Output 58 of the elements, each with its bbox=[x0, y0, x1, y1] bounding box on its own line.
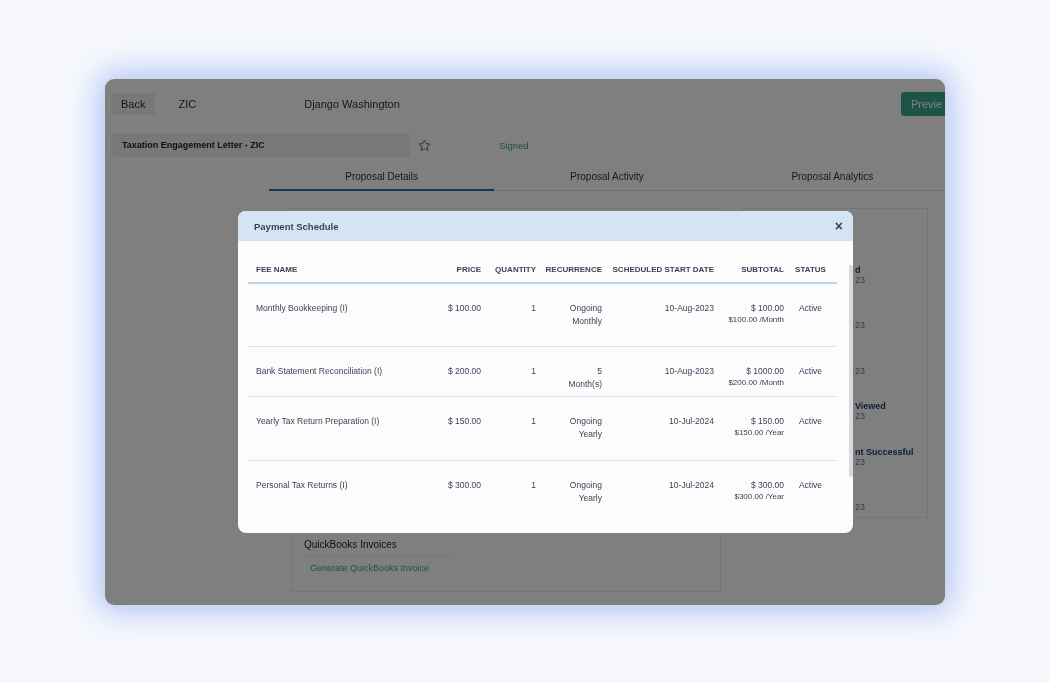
column-header: SCHEDULED START DATE bbox=[602, 265, 714, 284]
tab[interactable]: Proposal Analytics bbox=[719, 165, 945, 191]
client-name: ZIC bbox=[178, 98, 197, 110]
back-button[interactable]: Back bbox=[111, 93, 156, 115]
proposal-title-field[interactable]: Taxation Engagement Letter - ZIC bbox=[111, 133, 410, 157]
column-header: STATUS bbox=[784, 265, 837, 284]
activity-title: nt Successful bbox=[855, 446, 915, 457]
start-date: 10-Aug-2023 bbox=[664, 302, 714, 315]
column-header: FEE NAME bbox=[248, 265, 398, 284]
recurrence: Ongoing Monthly bbox=[568, 302, 602, 328]
quantity: 1 bbox=[531, 365, 536, 378]
quantity: 1 bbox=[531, 415, 536, 428]
start-date: 10-Jul-2024 bbox=[669, 479, 714, 492]
generate-invoice-link[interactable]: Generate QuickBooks Invoice bbox=[310, 563, 430, 573]
price: $ 150.00 bbox=[447, 415, 481, 428]
fee-name: Bank Statement Reconciliation (I) bbox=[256, 365, 383, 378]
start-date: 10-Aug-2023 bbox=[664, 365, 714, 378]
section-heading: QuickBooks Invoices bbox=[304, 539, 454, 557]
activity-title: Viewed bbox=[855, 401, 887, 411]
fee-name: Yearly Tax Return Preparation (I) bbox=[256, 415, 380, 428]
status: Active bbox=[798, 302, 823, 315]
activity-title: d bbox=[855, 264, 862, 275]
scrollbar[interactable] bbox=[849, 265, 853, 477]
status: Active bbox=[798, 365, 823, 378]
recurrence: Ongoing Yearly bbox=[568, 479, 602, 505]
tab[interactable]: Proposal Activity bbox=[494, 165, 720, 191]
column-header: SUBTOTAL bbox=[714, 265, 784, 284]
dialog-title: Payment Schedule bbox=[254, 220, 339, 232]
fee-name: Personal Tax Returns (I) bbox=[256, 479, 348, 492]
tab[interactable]: Proposal Details bbox=[269, 165, 495, 191]
column-header: QUANTITY bbox=[481, 265, 536, 284]
subtotal: $ 150.00 $150.00 /Year bbox=[734, 415, 784, 438]
subtotal: $ 1000.00 $200.00 /Month bbox=[728, 365, 784, 388]
star-icon[interactable] bbox=[418, 138, 431, 152]
activity-date: 23 bbox=[855, 274, 866, 285]
subtotal: $ 300.00 $300.00 /Year bbox=[734, 479, 784, 502]
start-date: 10-Jul-2024 bbox=[669, 415, 714, 428]
column-header: PRICE bbox=[398, 265, 481, 284]
activity-date: 23 bbox=[855, 502, 866, 512]
activity-date: 23 bbox=[855, 411, 866, 421]
contact-name: Django Washington bbox=[304, 98, 400, 110]
subtotal: $ 100.00 $100.00 /Month bbox=[728, 302, 784, 325]
price: $ 200.00 bbox=[447, 365, 481, 378]
price: $ 300.00 bbox=[447, 479, 481, 492]
activity-date: 23 bbox=[855, 456, 866, 467]
status-text: Signed bbox=[499, 139, 529, 151]
price: $ 100.00 bbox=[447, 302, 481, 315]
status: Active bbox=[798, 415, 823, 428]
quantity: 1 bbox=[531, 302, 536, 315]
recurrence: 5 Month(s) bbox=[567, 365, 602, 391]
activity-date: 23 bbox=[855, 365, 866, 376]
close-button[interactable]: × bbox=[834, 218, 843, 234]
column-header: RECURRENCE bbox=[536, 265, 602, 284]
activity-date: 23 bbox=[855, 320, 866, 330]
fee-name: Monthly Bookkeeping (I) bbox=[256, 302, 348, 315]
quantity: 1 bbox=[531, 479, 536, 492]
recurrence: Ongoing Yearly bbox=[568, 415, 602, 441]
status: Active bbox=[798, 479, 823, 492]
